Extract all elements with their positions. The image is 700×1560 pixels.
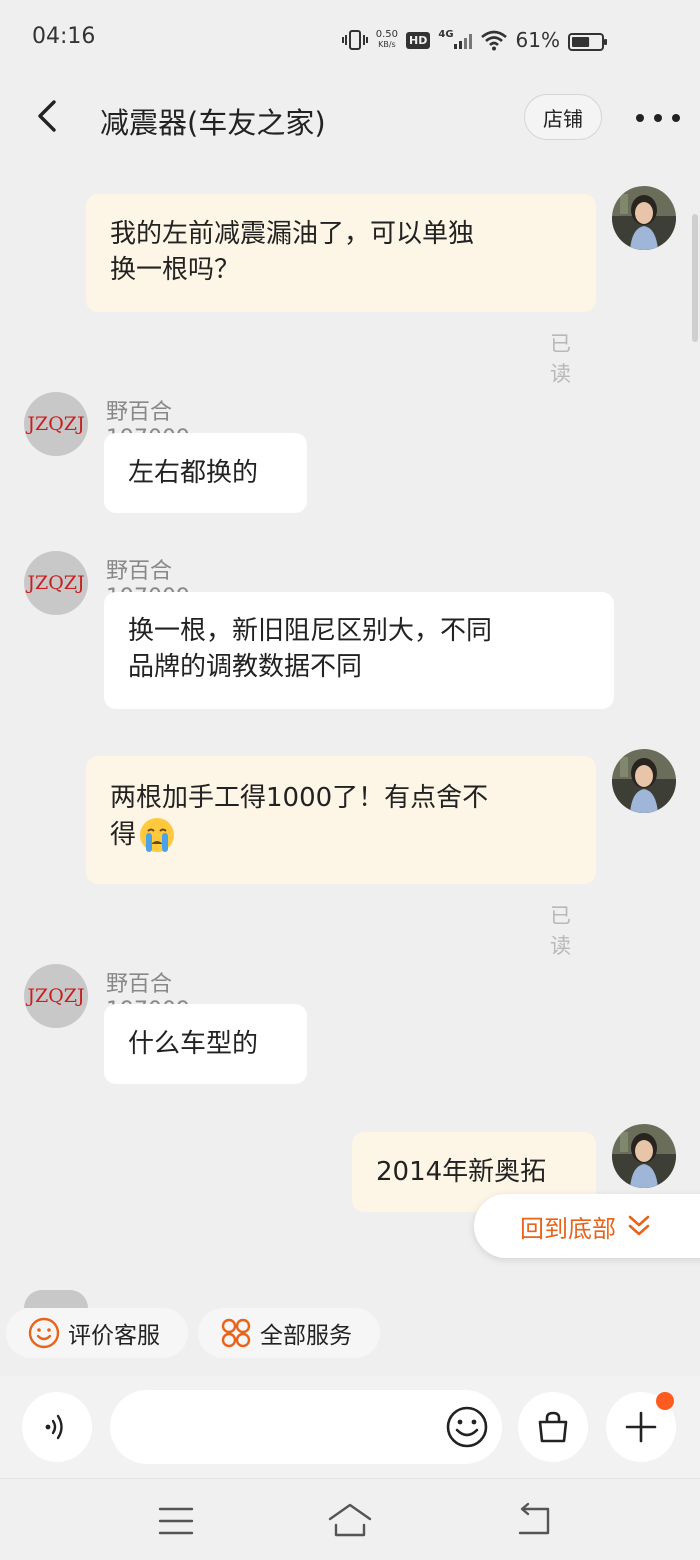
- net-speed-value: 0.50: [375, 29, 399, 40]
- home-icon: [328, 1503, 372, 1537]
- status-icons: 0.50 KB/s HD 4G 61%: [341, 26, 560, 54]
- status-time: 04:16: [32, 24, 96, 49]
- message-text-line: 品牌的调教数据不同: [128, 652, 363, 682]
- rate-service-button[interactable]: 评价客服: [6, 1308, 188, 1358]
- shop-avatar[interactable]: JZQZJ: [24, 392, 88, 456]
- menu-nav-button[interactable]: [152, 1501, 200, 1541]
- shop-button[interactable]: 店铺: [524, 94, 602, 140]
- back-nav-button[interactable]: [510, 1501, 558, 1541]
- wifi-icon: [480, 29, 508, 51]
- message-text-line: 左右都换的: [128, 458, 259, 488]
- message-text-line-2: 得: [110, 816, 572, 854]
- rate-service-label: 评价客服: [68, 1323, 160, 1349]
- user-avatar[interactable]: [612, 186, 676, 250]
- back-to-bottom-button[interactable]: 回到底部: [474, 1194, 700, 1258]
- smiley-icon: [28, 1317, 60, 1349]
- more-icon-dot: [654, 114, 662, 122]
- chat-title: 减震器(车友之家): [100, 106, 326, 140]
- emoji-button[interactable]: [444, 1404, 490, 1450]
- read-receipt: 已读: [550, 332, 571, 386]
- back-nav-icon: [518, 1502, 550, 1535]
- back-to-bottom-label: 回到底部: [520, 1214, 616, 1243]
- back-button[interactable]: [28, 96, 68, 136]
- net-speed-unit: KB/s: [378, 40, 396, 49]
- user-avatar[interactable]: [612, 1124, 676, 1188]
- user-avatar[interactable]: [612, 749, 676, 813]
- battery-percent: 61%: [515, 28, 560, 52]
- battery-icon: [568, 32, 608, 52]
- emoji-icon: [446, 1406, 488, 1448]
- crying-face-emoji: [140, 818, 175, 852]
- message-bubble[interactable]: 两根加手工得1000了！有点舍不 得: [86, 756, 596, 884]
- network-type: 4G: [438, 28, 454, 40]
- back-icon: [38, 100, 56, 132]
- message-bubble[interactable]: 换一根，新旧阻尼区别大，不同 品牌的调教数据不同: [104, 592, 614, 709]
- shop-avatar-partial: [24, 1290, 88, 1308]
- read-receipt: 已读: [550, 904, 571, 958]
- message-text-line: 2014年新奥拓: [376, 1157, 547, 1187]
- shop-avatar-text: JZQZJ: [27, 413, 85, 435]
- chat-header: 减震器(车友之家) 店铺: [0, 82, 700, 154]
- voice-button[interactable]: [22, 1392, 92, 1462]
- plus-icon: [625, 1411, 657, 1443]
- system-nav-bar: [0, 1478, 700, 1560]
- message-text-line: 得: [110, 820, 137, 850]
- message-bubble[interactable]: 我的左前减震漏油了，可以单独 换一根吗？: [86, 194, 596, 312]
- message-bubble[interactable]: 左右都换的: [104, 433, 307, 513]
- chat-screen: 04:16 0.50 KB/s HD 4G 61% 减震器(车友之家) 店铺 我…: [0, 0, 700, 1560]
- more-icon: [636, 114, 644, 122]
- grid-icon: [221, 1318, 251, 1348]
- more-icon-dot: [672, 114, 680, 122]
- shop-avatar-text: JZQZJ: [27, 985, 85, 1007]
- signal-icon: 4G: [438, 28, 472, 50]
- shopping-bag-icon: [538, 1411, 568, 1443]
- message-text-line: 我的左前减震漏油了，可以单独: [110, 219, 475, 249]
- message-text-line: 两根加手工得1000了！有点舍不: [110, 783, 489, 813]
- status-bar: 04:16 0.50 KB/s HD 4G 61%: [0, 0, 700, 80]
- vibrate-icon: [341, 28, 368, 52]
- menu-icon: [158, 1507, 194, 1535]
- shopping-bag-button[interactable]: [518, 1392, 588, 1462]
- notification-dot: [656, 1392, 674, 1410]
- more-button[interactable]: [636, 106, 680, 130]
- input-bar: [0, 1376, 700, 1478]
- message-text-line: 什么车型的: [128, 1029, 259, 1059]
- shop-avatar-text: JZQZJ: [27, 572, 85, 594]
- hd-badge: HD: [406, 31, 431, 49]
- double-chevron-down-icon: [628, 1215, 650, 1236]
- message-text-line: 换一根吗？: [110, 255, 241, 285]
- home-nav-button[interactable]: [326, 1501, 374, 1541]
- net-speed: 0.50 KB/s: [376, 30, 398, 50]
- shop-avatar[interactable]: JZQZJ: [24, 964, 88, 1028]
- scrollbar[interactable]: [692, 214, 698, 342]
- all-services-label: 全部服务: [260, 1323, 352, 1349]
- all-services-button[interactable]: 全部服务: [198, 1308, 380, 1358]
- message-bubble[interactable]: 什么车型的: [104, 1004, 307, 1084]
- shop-avatar[interactable]: JZQZJ: [24, 551, 88, 615]
- voice-icon: [45, 1414, 63, 1440]
- message-text-line: 换一根，新旧阻尼区别大，不同: [128, 616, 493, 646]
